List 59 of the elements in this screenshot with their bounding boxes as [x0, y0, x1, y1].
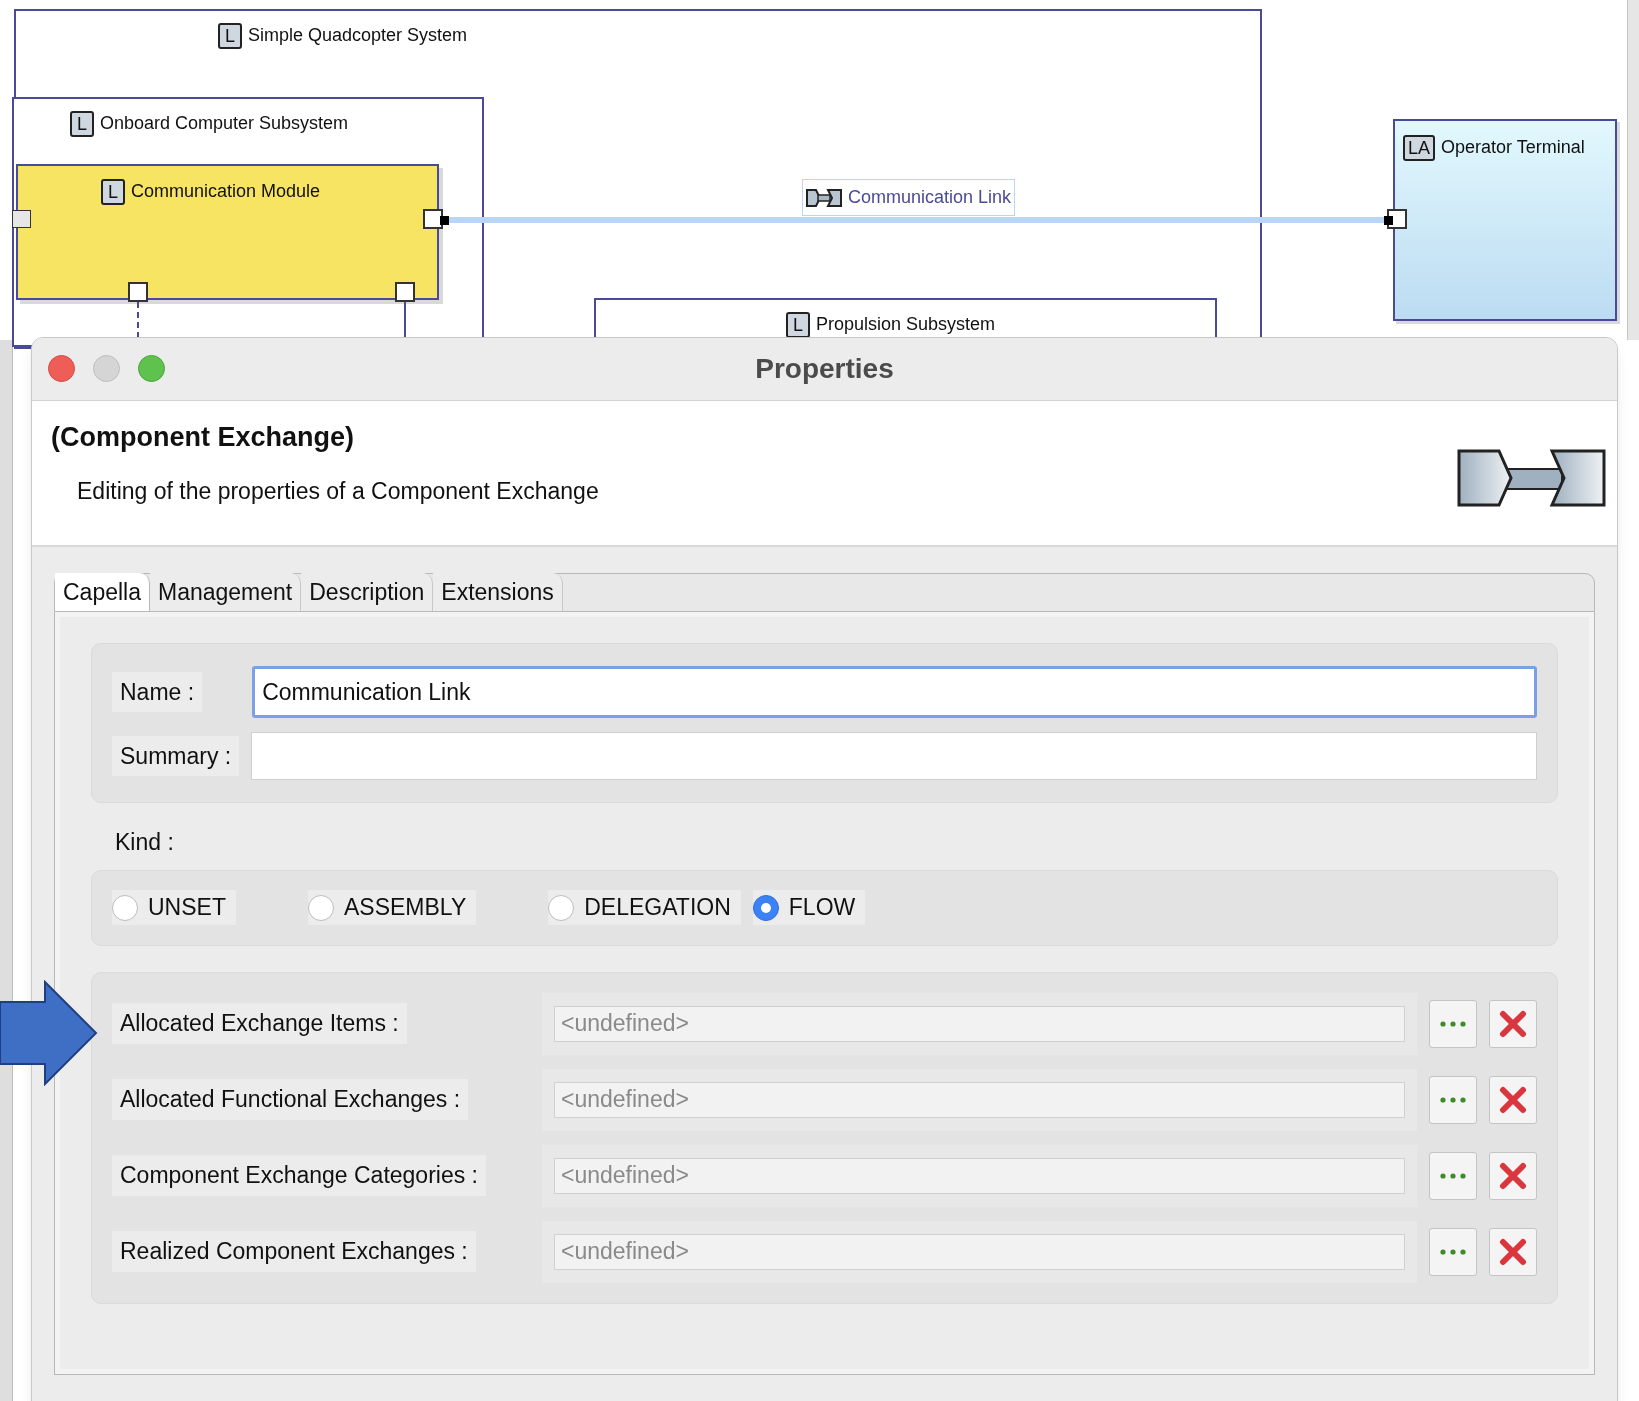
component-icon: L — [218, 22, 242, 49]
port-square[interactable] — [128, 282, 148, 302]
dialog-heading: (Component Exchange) — [51, 421, 355, 454]
port-square[interactable] — [423, 209, 443, 229]
browse-button[interactable] — [1429, 1227, 1477, 1276]
kind-label: Kind : — [115, 828, 175, 857]
port-square[interactable] — [395, 282, 415, 302]
browse-button[interactable] — [1429, 1075, 1477, 1124]
clear-button[interactable] — [1489, 1227, 1537, 1276]
field-label: Summary : — [112, 735, 240, 777]
dialog-description: Editing of the properties of a Component Exchange — [77, 476, 599, 506]
input-port[interactable] — [12, 210, 31, 228]
tab[interactable]: Management — [150, 573, 302, 611]
ellipsis-icon — [1440, 1172, 1466, 1179]
field-label: Allocated Functional Exchanges : — [112, 1079, 469, 1120]
close-icon — [1499, 1237, 1527, 1266]
component-icon: LA — [1403, 134, 1436, 161]
node-label: Propulsion Subsystem — [816, 313, 996, 336]
radio-option[interactable]: DELEGATION — [548, 890, 741, 925]
summary-field[interactable] — [251, 732, 1537, 780]
window-title: Properties — [755, 352, 894, 386]
browse-button[interactable] — [1429, 999, 1477, 1048]
field-label: Realized Component Exchanges : — [112, 1231, 476, 1272]
node-label: Onboard Computer Subsystem — [100, 112, 349, 135]
close-icon — [1499, 1085, 1527, 1114]
tab[interactable]: Extensions — [433, 573, 563, 611]
component-icon: L — [786, 311, 810, 338]
component-icon: L — [101, 178, 125, 205]
clear-button[interactable] — [1489, 999, 1537, 1048]
port-anchor — [440, 216, 449, 225]
radio-option[interactable]: UNSET — [112, 890, 236, 925]
exchange-icon — [1457, 449, 1607, 507]
node-label: Simple Quadcopter System — [248, 24, 468, 47]
tab[interactable]: Capella — [55, 573, 150, 611]
clear-button[interactable] — [1489, 1075, 1537, 1124]
ellipsis-icon — [1440, 1020, 1466, 1027]
clear-button[interactable] — [1489, 1151, 1537, 1200]
link-label[interactable]: Communication Link — [802, 179, 1016, 216]
zoom-button[interactable] — [138, 355, 165, 382]
tab[interactable]: Description — [301, 573, 434, 611]
node-label: Communication Module — [131, 180, 321, 203]
radio-option[interactable]: ASSEMBLY — [307, 890, 477, 925]
ellipsis-icon — [1440, 1248, 1466, 1255]
browse-button[interactable] — [1429, 1151, 1477, 1200]
field-label: Allocated Exchange Items : — [112, 1003, 407, 1044]
name-field[interactable]: Communication Link — [252, 666, 1537, 718]
close-icon — [1499, 1009, 1527, 1038]
field-label: Component Exchange Categories : — [112, 1155, 486, 1196]
ellipsis-icon — [1440, 1096, 1466, 1103]
port-anchor — [1384, 216, 1393, 225]
component-icon: L — [70, 110, 94, 137]
link-name: Communication Link — [848, 186, 1012, 209]
radio-option[interactable]: FLOW — [752, 890, 866, 925]
actor-box[interactable] — [1393, 119, 1617, 321]
close-button[interactable] — [48, 355, 75, 382]
node-label: Operator Terminal — [1441, 136, 1585, 159]
close-icon — [1499, 1161, 1527, 1190]
field-label: Name : — [112, 671, 203, 713]
exchange-icon — [806, 187, 842, 208]
